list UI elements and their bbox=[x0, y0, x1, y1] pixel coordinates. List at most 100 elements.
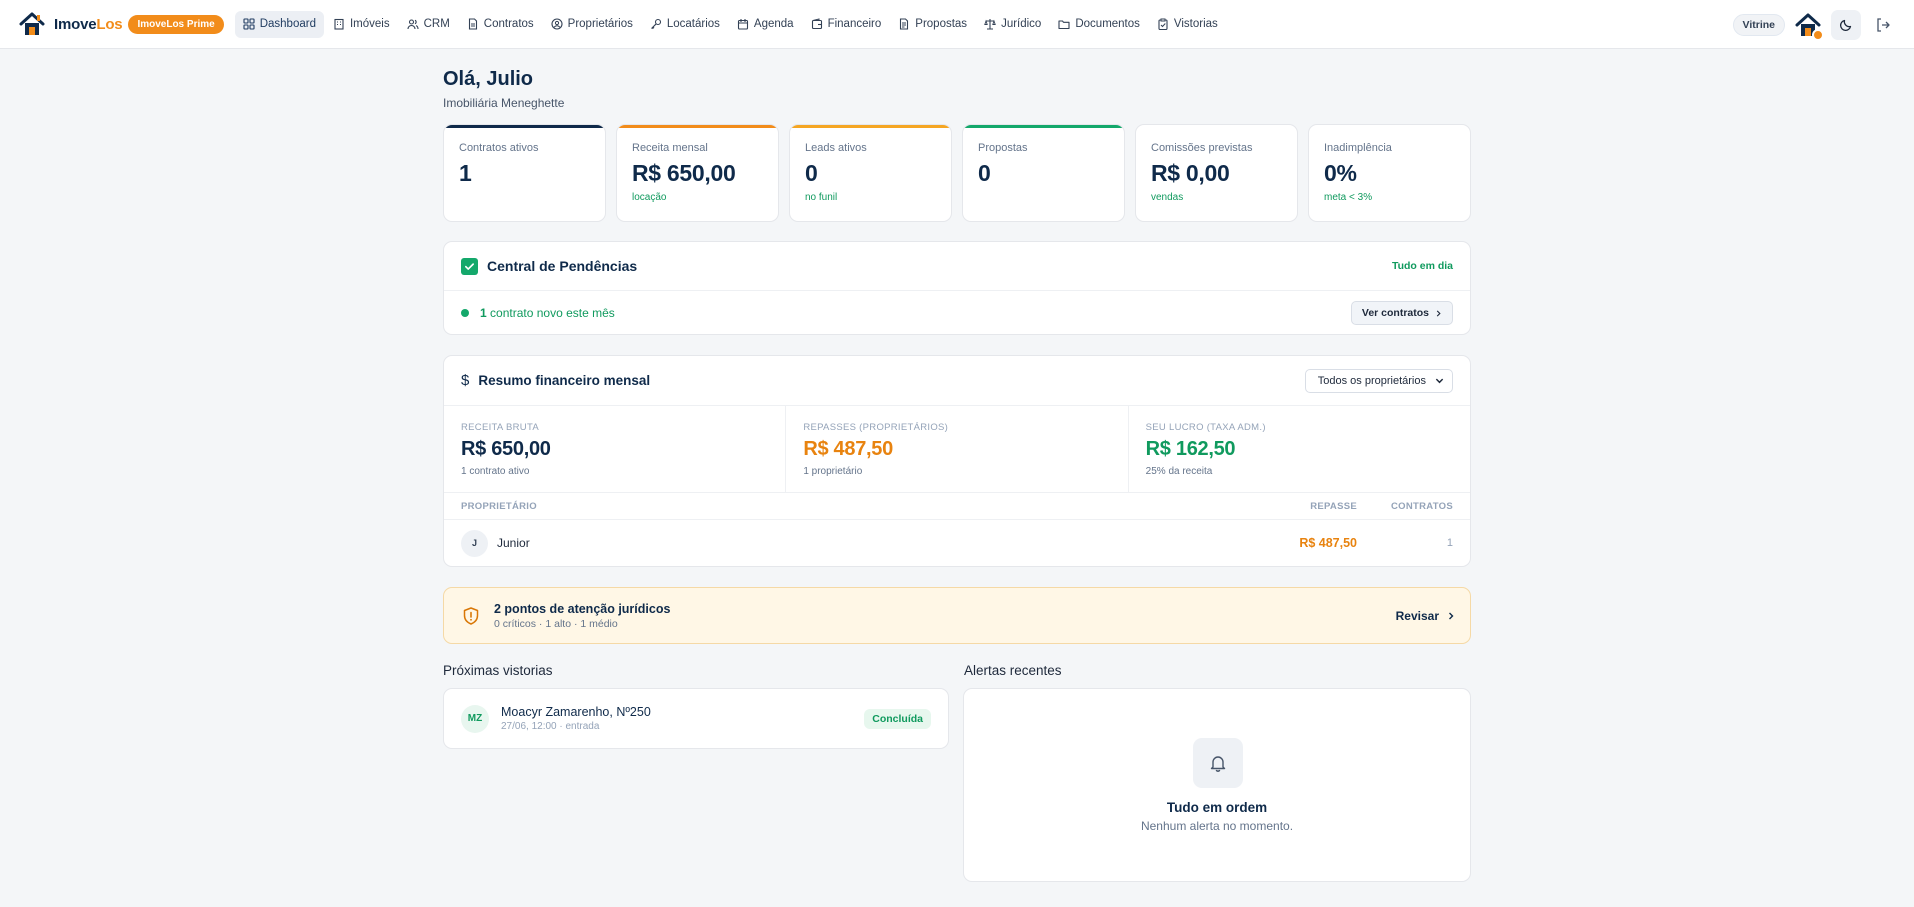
vistoria-address: Moacyr Zamarenho, Nº250 bbox=[501, 705, 651, 719]
stat-card-comissoes[interactable]: Comissões previstas R$ 0,00 vendas bbox=[1135, 124, 1298, 222]
nav-contratos-label: Contratos bbox=[483, 18, 534, 30]
main-nav: Dashboard Imóveis CRM Contratos Propriet… bbox=[234, 10, 1227, 38]
stat-value: 0 bbox=[978, 160, 991, 186]
vistorias-title: Próximas vistorias bbox=[443, 663, 553, 678]
theme-toggle-button[interactable] bbox=[1831, 9, 1861, 40]
nav-imoveis[interactable]: Imóveis bbox=[325, 11, 398, 38]
nav-juridico-label: Jurídico bbox=[1001, 18, 1042, 30]
alertas-empty-title: Tudo em ordem bbox=[1166, 800, 1268, 815]
greeting: Olá, Julio Imobiliária Meneghette bbox=[443, 68, 564, 110]
alertas-title: Alertas recentes bbox=[964, 663, 1062, 678]
stat-card-contratos[interactable]: Contratos ativos 1 bbox=[443, 124, 606, 222]
check-icon bbox=[461, 257, 478, 275]
owner-repasse: R$ 487,50 bbox=[1299, 536, 1357, 550]
nav-juridico[interactable]: Jurídico bbox=[976, 11, 1049, 38]
nav-imoveis-label: Imóveis bbox=[349, 18, 390, 30]
receita-bruta: RECEITA BRUTA R$ 650,00 1 contrato ativo bbox=[444, 406, 787, 492]
chevron-right-icon bbox=[1449, 612, 1454, 619]
logout-icon[interactable] bbox=[1875, 17, 1891, 33]
table-header: PROPRIETÁRIO REPASSE CONTRATOS bbox=[444, 493, 1470, 520]
stat-card-inadimplencia[interactable]: Inadimplência 0% meta < 3% bbox=[1308, 124, 1471, 222]
users-icon bbox=[407, 19, 419, 30]
stat-card-receita[interactable]: Receita mensal R$ 650,00 locação bbox=[616, 124, 779, 222]
greeting-title: Olá, Julio bbox=[443, 68, 534, 90]
nav-documentos-label: Documentos bbox=[1075, 18, 1140, 30]
stat-label: Inadimplência bbox=[1324, 142, 1392, 154]
chevron-down-icon bbox=[1435, 378, 1444, 384]
nav-financeiro[interactable]: Financeiro bbox=[803, 11, 890, 38]
brand-name: ImoveLos bbox=[54, 15, 123, 33]
nav-proprietarios[interactable]: Proprietários bbox=[543, 11, 641, 38]
pendencia-text: 1 contrato novo este mês bbox=[480, 306, 615, 320]
stat-sub: locação bbox=[632, 192, 667, 203]
file-icon bbox=[468, 18, 477, 30]
stat-sub: meta < 3% bbox=[1324, 192, 1373, 203]
column-header-repasse[interactable]: REPASSE bbox=[1257, 501, 1357, 512]
nav-propostas-label: Propostas bbox=[915, 18, 968, 30]
financeiro-header: $ Resumo financeiro mensal Todos os prop… bbox=[444, 356, 1470, 406]
repasses: REPASSES (PROPRIETÁRIOS) R$ 487,50 1 pro… bbox=[786, 406, 1129, 492]
fin-sub: 1 contrato ativo bbox=[461, 466, 530, 477]
proprietarios-select-value: Todos os proprietários bbox=[1317, 374, 1426, 387]
nav-locatarios-label: Locatários bbox=[666, 18, 720, 30]
nav-dashboard[interactable]: Dashboard bbox=[234, 10, 324, 38]
owner-name: Junior bbox=[497, 536, 530, 550]
vistoria-avatar: MZ bbox=[461, 704, 489, 733]
user-avatar[interactable] bbox=[1795, 12, 1824, 41]
fin-value: R$ 487,50 bbox=[803, 438, 893, 460]
pendencias-header: Central de Pendências Tudo em dia bbox=[444, 242, 1470, 291]
juridico-alert[interactable]: 2 pontos de atenção jurídicos 0 críticos… bbox=[443, 587, 1471, 644]
owner-icon bbox=[551, 18, 563, 30]
vistoria-info: Moacyr Zamarenho, Nº250 27/06, 12:00 · e… bbox=[501, 705, 651, 732]
stat-card-propostas[interactable]: Propostas 0 bbox=[962, 124, 1125, 222]
juridico-title: 2 pontos de atenção jurídicos bbox=[494, 601, 671, 616]
stat-value: 0 bbox=[805, 160, 818, 186]
calendar-icon bbox=[737, 19, 748, 30]
stat-value: 0% bbox=[1324, 160, 1357, 186]
nav-documentos[interactable]: Documentos bbox=[1050, 11, 1148, 38]
pendencias-title: Central de Pendências bbox=[487, 258, 638, 274]
proprietarios-select[interactable]: Todos os proprietários bbox=[1304, 368, 1453, 393]
revisar-button[interactable]: Revisar bbox=[1396, 609, 1455, 623]
nav-right: Vitrine bbox=[1732, 0, 1914, 49]
financeiro-title: Resumo financeiro mensal bbox=[478, 373, 651, 388]
nav-agenda-label: Agenda bbox=[753, 18, 794, 30]
stat-value: R$ 0,00 bbox=[1151, 160, 1230, 186]
nav-propostas[interactable]: Propostas bbox=[890, 11, 975, 38]
nav-agenda[interactable]: Agenda bbox=[729, 11, 802, 38]
fin-sub: 25% da receita bbox=[1145, 466, 1213, 477]
vistoria-meta: 27/06, 12:00 · entrada bbox=[501, 721, 600, 732]
list-item[interactable]: MZ Moacyr Zamarenho, Nº250 27/06, 12:00 … bbox=[443, 688, 949, 749]
brand[interactable]: ImoveLos ImoveLos Prime bbox=[19, 11, 224, 37]
column-header-owner[interactable]: PROPRIETÁRIO bbox=[461, 501, 1257, 512]
vitrine-button[interactable]: Vitrine bbox=[1732, 13, 1785, 36]
stat-sub: no funil bbox=[805, 192, 838, 203]
seu-lucro: SEU LUCRO (TAXA ADM.) R$ 162,50 25% da r… bbox=[1129, 406, 1470, 492]
stat-label: Comissões previstas bbox=[1151, 142, 1253, 154]
alertas-panel: Tudo em ordem Nenhum alerta no momento. bbox=[963, 688, 1471, 882]
stats-row: Contratos ativos 1 Receita mensal R$ 650… bbox=[443, 124, 1471, 222]
nav-contratos[interactable]: Contratos bbox=[459, 11, 542, 38]
prime-badge: ImoveLos Prime bbox=[128, 14, 224, 34]
nav-vistorias[interactable]: Vistorias bbox=[1149, 11, 1226, 38]
chevron-right-icon bbox=[1436, 309, 1441, 317]
alertas-empty-sub: Nenhum alerta no momento. bbox=[1140, 819, 1294, 833]
nav-locatarios[interactable]: Locatários bbox=[642, 11, 728, 38]
stat-sub: vendas bbox=[1151, 192, 1184, 203]
nav-crm[interactable]: CRM bbox=[399, 11, 458, 38]
nav-financeiro-label: Financeiro bbox=[827, 18, 882, 30]
stat-label: Propostas bbox=[978, 142, 1028, 154]
ver-contratos-button[interactable]: Ver contratos bbox=[1350, 301, 1453, 325]
clipboard-icon bbox=[1158, 18, 1168, 30]
nav-proprietarios-label: Proprietários bbox=[567, 18, 633, 30]
key-icon bbox=[650, 18, 661, 30]
fin-label: REPASSES (PROPRIETÁRIOS) bbox=[803, 422, 949, 433]
greeting-subtitle: Imobiliária Meneghette bbox=[443, 96, 565, 110]
stat-card-leads[interactable]: Leads ativos 0 no funil bbox=[789, 124, 952, 222]
juridico-sub: 0 críticos · 1 alto · 1 médio bbox=[494, 617, 618, 630]
folder-icon bbox=[1058, 20, 1070, 30]
fin-label: SEU LUCRO (TAXA ADM.) bbox=[1145, 422, 1266, 433]
table-row[interactable]: J Junior R$ 487,50 1 bbox=[444, 520, 1470, 566]
pendencias-panel: Central de Pendências Tudo em dia 1 cont… bbox=[443, 241, 1471, 335]
column-header-contratos[interactable]: CONTRATOS bbox=[1357, 501, 1453, 512]
